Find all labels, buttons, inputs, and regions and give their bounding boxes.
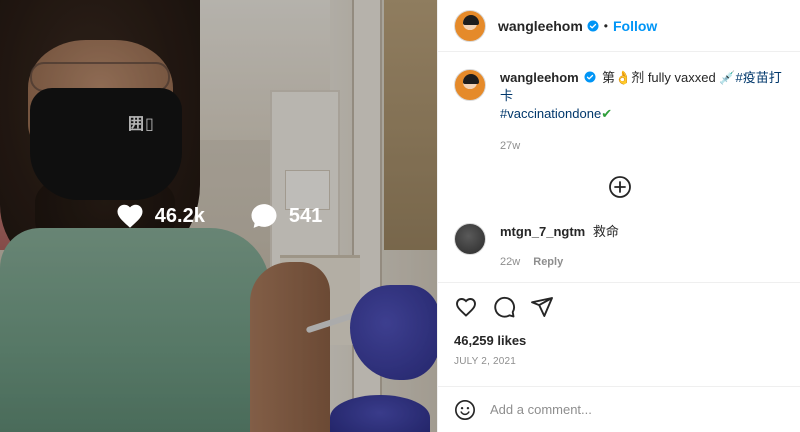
- avatar[interactable]: [454, 69, 486, 101]
- avatar[interactable]: [454, 223, 486, 255]
- verified-badge-icon: [587, 20, 599, 31]
- likes-count[interactable]: 46,259 likes: [438, 327, 800, 348]
- comment-body: mtgn_7_ngtm 救命 22w Reply: [500, 223, 619, 271]
- comment-username[interactable]: mtgn_7_ngtm: [500, 224, 585, 239]
- comment-input[interactable]: [490, 402, 770, 417]
- comments-list[interactable]: wangleehom 第👌剂 fully vaxxed 💉#疫苗打卡 #vacc…: [438, 53, 800, 282]
- post-sidebar: wangleehom • Follow wangleehom 第👌剂 fully…: [437, 0, 800, 432]
- ok-hand-emoji: 👌: [615, 70, 632, 85]
- syringe-emoji: 💉: [719, 70, 736, 85]
- overlay-comments-count: 541: [288, 204, 323, 227]
- header-username[interactable]: wangleehom: [498, 18, 583, 34]
- hashtag-link[interactable]: #vaccinationdone: [500, 106, 601, 121]
- comment-text: 救命: [592, 224, 619, 239]
- check-emoji: ✔: [601, 106, 613, 121]
- follow-button[interactable]: Follow: [613, 18, 657, 34]
- heart-icon[interactable]: [454, 295, 478, 319]
- comment-time[interactable]: 22w: [500, 256, 520, 268]
- avatar[interactable]: [454, 9, 486, 42]
- plus-circle-icon[interactable]: [608, 175, 632, 199]
- comment-icon: [251, 204, 277, 228]
- overlay-likes-count: 46.2k: [154, 204, 205, 227]
- caption-text: 剂 fully vaxxed: [631, 70, 720, 85]
- reply-button[interactable]: Reply: [533, 256, 563, 268]
- post-date[interactable]: JULY 2, 2021: [438, 348, 800, 367]
- action-bar: [438, 283, 800, 327]
- post-header: wangleehom • Follow: [438, 0, 800, 52]
- caption-time[interactable]: 27w: [500, 137, 785, 155]
- overlay-comments: 541: [249, 201, 322, 231]
- caption-body: wangleehom 第👌剂 fully vaxxed 💉#疫苗打卡 #vacc…: [500, 69, 785, 155]
- add-comment-bar: [438, 386, 800, 432]
- verified-badge-icon: [584, 71, 596, 83]
- header-separator: •: [603, 18, 608, 33]
- photo-stats-overlay: 46.2k 541: [0, 0, 437, 432]
- heart-icon: [117, 204, 143, 228]
- share-icon[interactable]: [530, 295, 554, 319]
- caption-text-prefix: 第: [602, 70, 616, 85]
- overlay-likes: 46.2k: [115, 201, 205, 231]
- comment-icon[interactable]: [492, 295, 516, 319]
- caption: wangleehom 第👌剂 fully vaxxed 💉#疫苗打卡 #vacc…: [438, 53, 800, 155]
- load-more-comments[interactable]: [438, 155, 800, 217]
- comment-item: mtgn_7_ngtm 救命 22w Reply: [438, 217, 800, 271]
- comment-meta: 22w Reply: [500, 253, 619, 271]
- post-actions-section: 46,259 likes JULY 2, 2021: [438, 282, 800, 367]
- caption-username[interactable]: wangleehom: [500, 70, 579, 85]
- emoji-icon[interactable]: [454, 399, 476, 421]
